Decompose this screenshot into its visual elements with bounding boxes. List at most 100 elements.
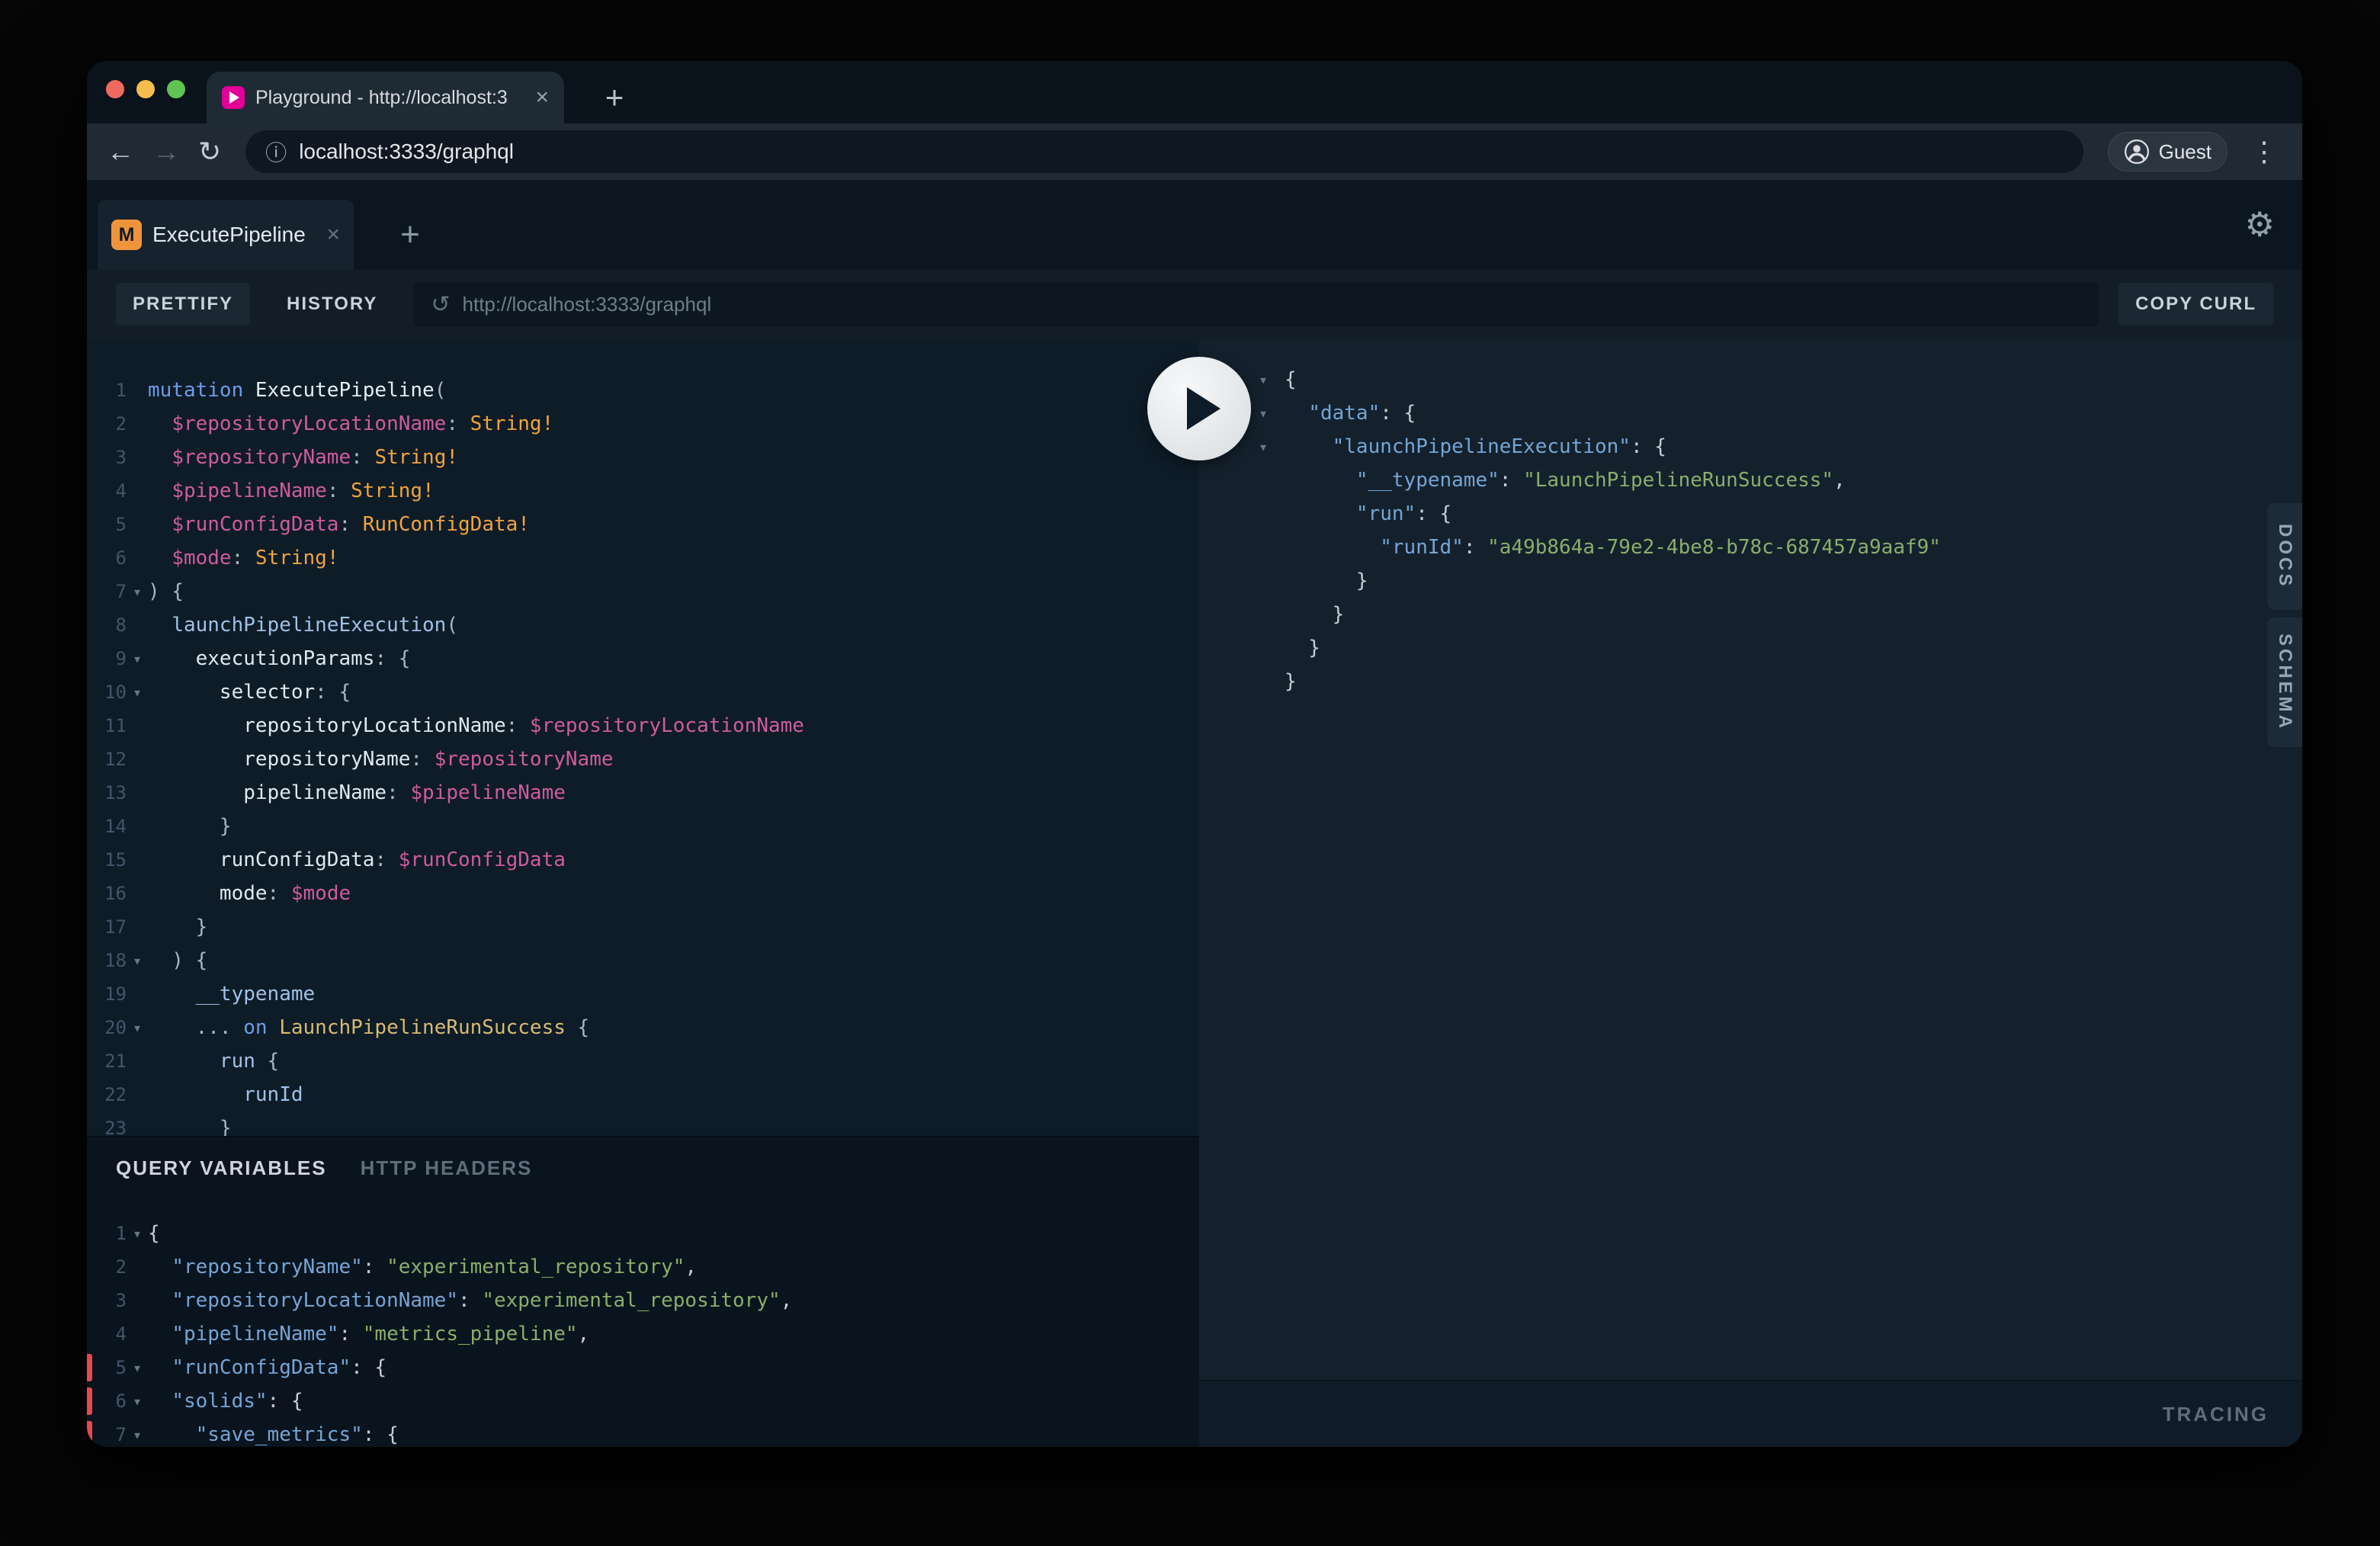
code-line[interactable]: 23 } xyxy=(87,1111,1199,1136)
settings-gear-icon[interactable]: ⚙ xyxy=(2245,206,2275,245)
execute-query-button[interactable] xyxy=(1147,357,1251,460)
code-line[interactable]: 7▾) { xyxy=(87,575,1199,608)
history-button[interactable]: HISTORY xyxy=(270,283,394,326)
code-line: } xyxy=(1199,631,2302,665)
fold-arrow-icon[interactable]: ▾ xyxy=(1248,430,1278,463)
query-variables-editor[interactable]: 1▾{2 "repositoryName": "experimental_rep… xyxy=(87,1198,1199,1447)
fold-spacer xyxy=(127,407,148,441)
new-tab-button[interactable]: + xyxy=(596,79,633,116)
code-text: repositoryLocationName: $repositoryLocat… xyxy=(148,709,804,743)
line-number: 6 xyxy=(87,1384,127,1418)
code-line[interactable]: 5▾ "runConfigData": { xyxy=(87,1351,1199,1384)
tab-http-headers[interactable]: HTTP HEADERS xyxy=(361,1156,533,1180)
site-info-icon[interactable]: ⓘ xyxy=(265,136,287,167)
code-line[interactable]: 4 "pipelineName": "metrics_pipeline", xyxy=(87,1317,1199,1351)
code-line[interactable]: 17 } xyxy=(87,910,1199,944)
code-line[interactable]: 16 mode: $mode xyxy=(87,877,1199,910)
zoom-window-button[interactable] xyxy=(167,80,185,98)
code-text: "solids": { xyxy=(148,1384,303,1418)
query-variables-panel: QUERY VARIABLES HTTP HEADERS 1▾{2 "repos… xyxy=(87,1136,1199,1447)
code-line[interactable]: 7▾ "save_metrics": { xyxy=(87,1418,1199,1447)
code-text: } xyxy=(148,1111,232,1136)
code-line[interactable]: 8 launchPipelineExecution( xyxy=(87,608,1199,642)
fold-spacer xyxy=(127,541,148,575)
code-line[interactable]: 2 "repositoryName": "experimental_reposi… xyxy=(87,1250,1199,1284)
code-text: $pipelineName: String! xyxy=(148,474,435,508)
back-button[interactable]: ← xyxy=(107,123,134,180)
prettify-button[interactable]: PRETTIFY xyxy=(116,283,250,326)
endpoint-input[interactable]: ↺ http://localhost:3333/graphql xyxy=(414,282,2099,326)
code-line[interactable]: 10▾ selector: { xyxy=(87,675,1199,709)
code-text: $repositoryLocationName: String! xyxy=(148,407,553,441)
code-line[interactable]: 12 repositoryName: $repositoryName xyxy=(87,743,1199,776)
line-number: 20 xyxy=(87,1011,127,1044)
tracing-toggle[interactable]: TRACING xyxy=(2163,1403,2269,1426)
code-line[interactable]: 1mutation ExecutePipeline( xyxy=(87,374,1199,407)
close-window-button[interactable] xyxy=(106,80,124,98)
fold-spacer xyxy=(127,374,148,407)
url-bar[interactable]: ⓘ localhost:3333/graphql xyxy=(245,130,2083,173)
endpoint-history-icon[interactable]: ↺ xyxy=(431,291,450,318)
code-line[interactable]: 1▾{ xyxy=(87,1217,1199,1250)
line-number: 23 xyxy=(87,1111,127,1136)
tab-query-variables[interactable]: QUERY VARIABLES xyxy=(116,1156,327,1180)
code-line[interactable]: 3 $repositoryName: String! xyxy=(87,441,1199,474)
query-editor[interactable]: 1mutation ExecutePipeline(2 $repositoryL… xyxy=(87,338,1199,1136)
docs-side-tab-label: DOCS xyxy=(2274,524,2295,589)
code-line[interactable]: 5 $runConfigData: RunConfigData! xyxy=(87,508,1199,541)
code-line: ▾{ xyxy=(1199,363,2302,396)
code-line[interactable]: 11 repositoryLocationName: $repositoryLo… xyxy=(87,709,1199,743)
browser-navbar: ← → ↻ ⓘ localhost:3333/graphql Guest ⋮ xyxy=(87,123,2302,180)
fold-arrow-icon[interactable]: ▾ xyxy=(127,944,148,977)
code-text: } xyxy=(1285,564,1368,598)
fold-arrow-icon[interactable]: ▾ xyxy=(127,642,148,675)
docs-side-tab[interactable]: DOCS xyxy=(2267,503,2302,610)
code-line[interactable]: 20▾ ... on LaunchPipelineRunSuccess { xyxy=(87,1011,1199,1044)
code-line[interactable]: 2 $repositoryLocationName: String! xyxy=(87,407,1199,441)
code-line[interactable]: 15 runConfigData: $runConfigData xyxy=(87,843,1199,877)
code-line: } xyxy=(1199,598,2302,631)
schema-side-tab[interactable]: SCHEMA xyxy=(2267,617,2302,747)
code-line[interactable]: 19 __typename xyxy=(87,977,1199,1011)
code-line[interactable]: 13 pipelineName: $pipelineName xyxy=(87,776,1199,810)
fold-arrow-icon[interactable]: ▾ xyxy=(127,1418,148,1447)
fold-arrow-icon[interactable]: ▾ xyxy=(127,675,148,709)
playground-tab[interactable]: M ExecutePipeline × xyxy=(98,200,354,270)
code-line[interactable]: 14 } xyxy=(87,810,1199,843)
playground-tab-close-icon[interactable]: × xyxy=(326,222,340,248)
line-number: 14 xyxy=(87,810,127,843)
fold-arrow-icon[interactable]: ▾ xyxy=(127,1351,148,1384)
profile-button[interactable]: Guest xyxy=(2108,132,2228,172)
browser-menu-button[interactable]: ⋮ xyxy=(2246,136,2282,168)
fold-spacer xyxy=(1248,531,1278,564)
code-line[interactable]: 22 runId xyxy=(87,1078,1199,1111)
minimize-window-button[interactable] xyxy=(136,80,155,98)
browser-tab[interactable]: Playground - http://localhost:3 × xyxy=(207,72,564,123)
code-line[interactable]: 3 "repositoryLocationName": "experimenta… xyxy=(87,1284,1199,1317)
fold-spacer xyxy=(127,910,148,944)
reload-button[interactable]: ↻ xyxy=(198,123,221,180)
fold-arrow-icon[interactable]: ▾ xyxy=(1248,396,1278,430)
fold-arrow-icon[interactable]: ▾ xyxy=(127,1011,148,1044)
code-text: runConfigData: $runConfigData xyxy=(148,843,566,877)
fold-spacer xyxy=(127,1111,148,1136)
code-line[interactable]: 6 $mode: String! xyxy=(87,541,1199,575)
fold-arrow-icon[interactable]: ▾ xyxy=(127,1217,148,1250)
fold-arrow-icon[interactable]: ▾ xyxy=(127,575,148,608)
forward-button[interactable]: → xyxy=(152,123,180,180)
fold-arrow-icon[interactable]: ▾ xyxy=(1248,363,1278,396)
code-line[interactable]: 9▾ executionParams: { xyxy=(87,642,1199,675)
code-line[interactable]: 21 run { xyxy=(87,1044,1199,1078)
code-line[interactable]: 4 $pipelineName: String! xyxy=(87,474,1199,508)
query-editor-pane[interactable]: 1mutation ExecutePipeline(2 $repositoryL… xyxy=(87,338,1199,1447)
fold-arrow-icon[interactable]: ▾ xyxy=(127,1384,148,1418)
code-line[interactable]: 18▾ ) { xyxy=(87,944,1199,977)
fold-spacer xyxy=(127,508,148,541)
playground-new-tab-button[interactable]: + xyxy=(390,213,430,256)
fold-spacer xyxy=(127,843,148,877)
copy-curl-button[interactable]: COPY CURL xyxy=(2119,283,2273,326)
code-text: mode: $mode xyxy=(148,877,351,910)
code-line[interactable]: 6▾ "solids": { xyxy=(87,1384,1199,1418)
fold-spacer xyxy=(127,810,148,843)
tab-close-icon[interactable]: × xyxy=(535,86,549,109)
